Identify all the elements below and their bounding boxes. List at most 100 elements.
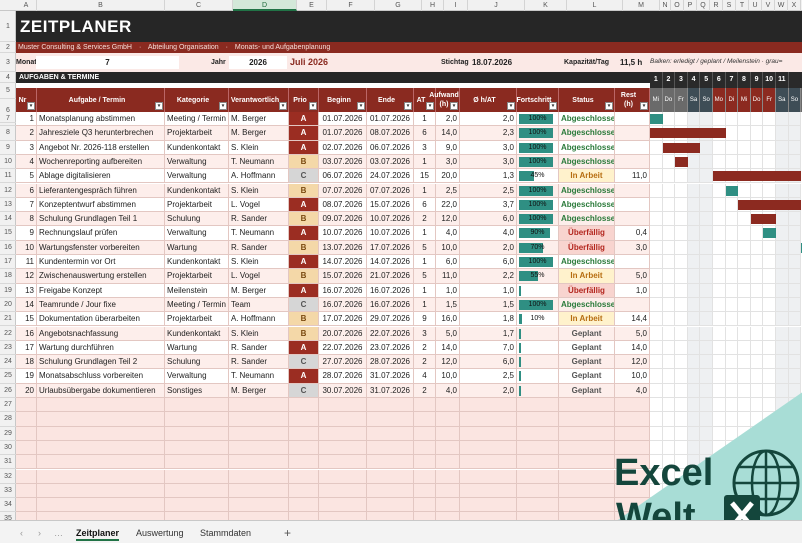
column-header[interactable]: B xyxy=(37,0,165,11)
filter-dropdown-icon[interactable]: ▾ xyxy=(309,102,317,110)
cell-at[interactable] xyxy=(414,498,436,513)
row-header[interactable]: 3 xyxy=(0,53,16,72)
cell-prog[interactable]: 70% xyxy=(517,240,559,255)
cell-start[interactable]: 16.07.2026 xyxy=(319,297,367,313)
cell-prog[interactable] xyxy=(517,326,559,341)
cell-prog[interactable] xyxy=(517,412,559,427)
cell-prio[interactable]: C xyxy=(289,297,319,313)
cell-end[interactable]: 08.07.2026 xyxy=(367,126,414,141)
row-header[interactable]: 23 xyxy=(0,341,16,356)
cell-effort[interactable] xyxy=(436,455,460,470)
cell-task[interactable]: Freigabe Konzept xyxy=(37,283,165,298)
cell-resp[interactable]: M. Berger xyxy=(229,112,289,127)
cell-avg[interactable] xyxy=(460,483,517,499)
column-header[interactable]: K xyxy=(525,0,567,11)
cell-task[interactable] xyxy=(37,455,165,470)
cell-cat[interactable]: Kundenkontakt xyxy=(165,326,229,341)
cell-status[interactable]: Überfällig xyxy=(559,226,615,241)
cell-prog[interactable]: 100% xyxy=(517,297,559,313)
cell-resp[interactable]: M. Berger xyxy=(229,383,289,398)
cell-prog[interactable] xyxy=(517,498,559,513)
cell-rest[interactable]: 5,0 xyxy=(615,326,650,341)
cell-task[interactable]: Ablage digitalisieren xyxy=(37,169,165,184)
cell-start[interactable] xyxy=(319,498,367,513)
cell-status[interactable]: Abgeschlossen xyxy=(559,183,615,198)
cell-start[interactable] xyxy=(319,398,367,413)
cell-resp[interactable] xyxy=(229,498,289,513)
cell-start[interactable]: 13.07.2026 xyxy=(319,240,367,255)
row-header[interactable]: 31 xyxy=(0,455,16,470)
cell-at[interactable]: 2 xyxy=(414,212,436,227)
cell-cat[interactable]: Projektarbeit xyxy=(165,312,229,327)
row-header[interactable]: 22 xyxy=(0,327,16,341)
cell-at[interactable]: 1 xyxy=(414,283,436,298)
column-header[interactable]: J xyxy=(468,0,525,11)
cell-nr[interactable]: 4 xyxy=(16,154,37,170)
cell-prio[interactable]: A xyxy=(289,283,319,298)
cell-start[interactable]: 28.07.2026 xyxy=(319,369,367,384)
column-header[interactable]: F xyxy=(327,0,375,11)
cell-rest[interactable]: 1,0 xyxy=(615,283,650,298)
cell-avg[interactable]: 3,0 xyxy=(460,140,517,155)
cell-prog[interactable]: 100% xyxy=(517,140,559,155)
cell-nr[interactable]: 13 xyxy=(16,283,37,298)
cell-rest[interactable] xyxy=(615,140,650,155)
filter-dropdown-icon[interactable]: ▾ xyxy=(507,102,515,110)
cell-nr[interactable]: 11 xyxy=(16,255,37,270)
filter-dropdown-icon[interactable]: ▾ xyxy=(549,102,557,110)
cell-avg[interactable]: 2,0 xyxy=(460,383,517,398)
filter-dropdown-icon[interactable]: ▾ xyxy=(404,102,412,110)
cell-effort[interactable] xyxy=(436,440,460,456)
row-header[interactable]: 20 xyxy=(0,298,16,313)
cell-prog[interactable]: 100% xyxy=(517,255,559,270)
cell-resp[interactable]: T. Neumann xyxy=(229,226,289,241)
cell-prog[interactable]: 100% xyxy=(517,126,559,141)
cell-effort[interactable] xyxy=(436,498,460,513)
cell-task[interactable] xyxy=(37,412,165,427)
cell-cat[interactable]: Schulung xyxy=(165,355,229,370)
cell-start[interactable] xyxy=(319,440,367,456)
column-header[interactable]: L xyxy=(567,0,623,11)
cell-end[interactable] xyxy=(367,426,414,441)
cell-status[interactable]: Abgeschlossen xyxy=(559,154,615,170)
cell-prio[interactable] xyxy=(289,412,319,427)
cell-nr[interactable]: 3 xyxy=(16,140,37,155)
cell-task[interactable]: Wartung durchführen xyxy=(37,340,165,356)
column-header[interactable]: T xyxy=(736,0,749,11)
cell-cat[interactable]: Schulung xyxy=(165,212,229,227)
cell-cat[interactable]: Meilenstein xyxy=(165,283,229,298)
row-header[interactable]: 34 xyxy=(0,498,16,513)
cell-start[interactable]: 08.07.2026 xyxy=(319,197,367,213)
capacity-value[interactable]: 11,5 h xyxy=(620,53,650,72)
cell-start[interactable]: 10.07.2026 xyxy=(319,226,367,241)
cell-start[interactable] xyxy=(319,412,367,427)
cell-prog[interactable] xyxy=(517,455,559,470)
more-sheets-icon[interactable]: … xyxy=(54,525,63,541)
cell-status[interactable]: Abgeschlossen xyxy=(559,140,615,155)
filter-dropdown-icon[interactable]: ▾ xyxy=(155,102,163,110)
cell-task[interactable]: Angebot Nr. 2026-118 erstellen xyxy=(37,140,165,155)
column-header[interactable]: R xyxy=(710,0,723,11)
row-header[interactable]: 1 xyxy=(0,11,16,42)
filter-dropdown-icon[interactable]: ▾ xyxy=(640,102,648,110)
cell-prio[interactable]: A xyxy=(289,340,319,356)
filter-dropdown-icon[interactable]: ▾ xyxy=(27,102,35,110)
row-header[interactable]: 29 xyxy=(0,427,16,441)
cell-prio[interactable] xyxy=(289,455,319,470)
cell-prio[interactable]: B xyxy=(289,240,319,255)
cell-end[interactable]: 03.07.2026 xyxy=(367,154,414,170)
cell-rest[interactable] xyxy=(615,183,650,198)
cell-prog[interactable] xyxy=(517,398,559,413)
cell-task[interactable]: Monatsplanung abstimmen xyxy=(37,112,165,127)
column-header[interactable]: D xyxy=(233,0,297,11)
cell-prog[interactable] xyxy=(517,355,559,370)
cell-end[interactable] xyxy=(367,398,414,413)
cell-rest[interactable] xyxy=(615,297,650,313)
column-header[interactable]: G xyxy=(375,0,422,11)
cell-effort[interactable]: 14,0 xyxy=(436,340,460,356)
cell-effort[interactable]: 10,0 xyxy=(436,369,460,384)
cell-cat[interactable] xyxy=(165,440,229,456)
cell-resp[interactable]: A. Hoffmann xyxy=(229,312,289,327)
cell-end[interactable]: 17.07.2026 xyxy=(367,240,414,255)
cell-prio[interactable]: B xyxy=(289,269,319,284)
